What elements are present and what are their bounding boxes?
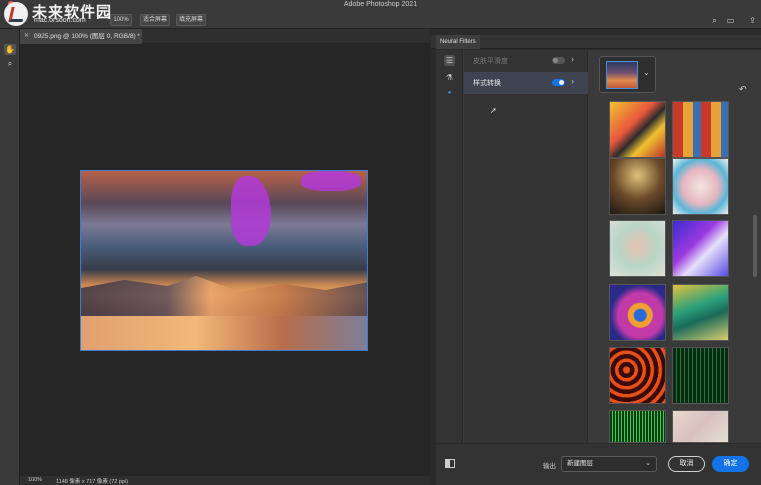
watermark-mark-icon <box>4 2 28 26</box>
style-thumbnail[interactable] <box>672 347 729 404</box>
output-select-value: 新建图层 <box>567 460 593 467</box>
reference-thumbnail <box>606 61 638 89</box>
title-bar: Adobe Photoshop 2021 <box>0 0 761 12</box>
image-rocks <box>81 276 367 316</box>
all-filters-icon[interactable]: ☰ <box>444 55 455 66</box>
hand-tool-icon[interactable]: ✋ <box>4 44 16 55</box>
chevron-down-icon: ⌄ <box>645 460 651 467</box>
filter-list: 皮肤平滑度 › 样式转换 › <box>464 50 588 443</box>
output-select[interactable]: 新建图层 ⌄ <box>561 456 657 472</box>
workspace-icon[interactable]: ▭ <box>725 15 736 26</box>
style-thumbnail[interactable] <box>609 158 666 215</box>
status-bar: 100% 1148 像素 x 717 像素 (72 ppi) <box>20 476 430 485</box>
active-indicator-icon: ● <box>447 90 452 96</box>
style-thumbnail[interactable] <box>672 101 729 158</box>
chevron-right-icon[interactable]: › <box>571 76 574 86</box>
options-bar: 100% 适合屏幕 填充屏幕 ⌕ ▭ ⇪ <box>0 12 761 29</box>
style-thumbnail[interactable] <box>672 410 729 443</box>
reset-icon[interactable]: ↶ <box>739 84 747 95</box>
style-thumbnail[interactable] <box>672 220 729 277</box>
image-purple-patch <box>231 176 271 246</box>
fit-screen-button[interactable]: 适合屏幕 <box>140 14 170 26</box>
filter-label: 样式转换 <box>473 80 501 87</box>
filter-row-style-transfer[interactable]: 样式转换 › <box>464 72 588 94</box>
fill-screen-button[interactable]: 填充屏幕 <box>176 14 206 26</box>
document-image[interactable] <box>80 170 368 351</box>
tools-panel: ✋ ⌕ <box>0 29 20 485</box>
filter-toggle-off[interactable] <box>552 57 565 64</box>
image-water <box>81 316 367 350</box>
filter-toggle-on[interactable] <box>552 79 565 86</box>
style-thumbnail[interactable] <box>609 284 666 341</box>
close-tab-icon[interactable]: ✕ <box>24 29 29 44</box>
image-purple-patch <box>301 171 361 191</box>
document-tab[interactable]: ✕ 0925.png @ 100% (图层 0, RGB/8) * <box>20 29 142 44</box>
style-thumbnail[interactable] <box>609 220 666 277</box>
search-icon[interactable]: ⌕ <box>709 15 720 26</box>
cancel-button[interactable]: 取消 <box>668 456 705 472</box>
window-title: Adobe Photoshop 2021 <box>343 1 418 8</box>
panel-title[interactable]: Neural Filters <box>436 35 480 49</box>
mouse-cursor-icon: ➚ <box>490 106 497 115</box>
zoom-readout[interactable]: 100% <box>28 477 42 483</box>
filter-row-skin-smoothing[interactable]: 皮肤平滑度 › <box>464 50 588 72</box>
chevron-right-icon[interactable]: › <box>571 54 574 64</box>
before-after-toggle-icon[interactable] <box>445 459 455 468</box>
style-thumbnail[interactable] <box>609 347 666 404</box>
document-size-info: 1148 像素 x 717 像素 (72 ppi) <box>56 479 129 485</box>
watermark-logo: 未来软件园 mac.orsoon.com <box>4 1 114 27</box>
document-tab-title: 0925.png @ 100% (图层 0, RGB/8) * <box>34 33 140 40</box>
reference-image-selector[interactable]: ⌄ <box>599 56 656 93</box>
watermark-url: mac.orsoon.com <box>34 17 86 24</box>
filter-label: 皮肤平滑度 <box>473 58 508 65</box>
filter-category-column: ☰ ⚗ ● <box>436 50 463 443</box>
styles-scrollbar[interactable] <box>753 215 757 277</box>
ok-button[interactable]: 确定 <box>712 456 749 472</box>
beta-filters-icon[interactable]: ⚗ <box>444 72 455 83</box>
style-thumbnail[interactable] <box>609 410 666 443</box>
zoom-tool-icon[interactable]: ⌕ <box>4 58 16 69</box>
panel-header: Neural Filters <box>431 35 761 49</box>
style-thumbnail[interactable] <box>672 284 729 341</box>
document-tab-bar: ✕ 0925.png @ 100% (图层 0, RGB/8) * <box>20 29 430 44</box>
chevron-down-icon[interactable]: ⌄ <box>643 68 650 77</box>
style-thumbnail[interactable] <box>672 158 729 215</box>
style-thumbnail[interactable] <box>609 101 666 158</box>
share-icon[interactable]: ⇪ <box>747 15 758 26</box>
output-label: 输出 <box>543 463 556 470</box>
